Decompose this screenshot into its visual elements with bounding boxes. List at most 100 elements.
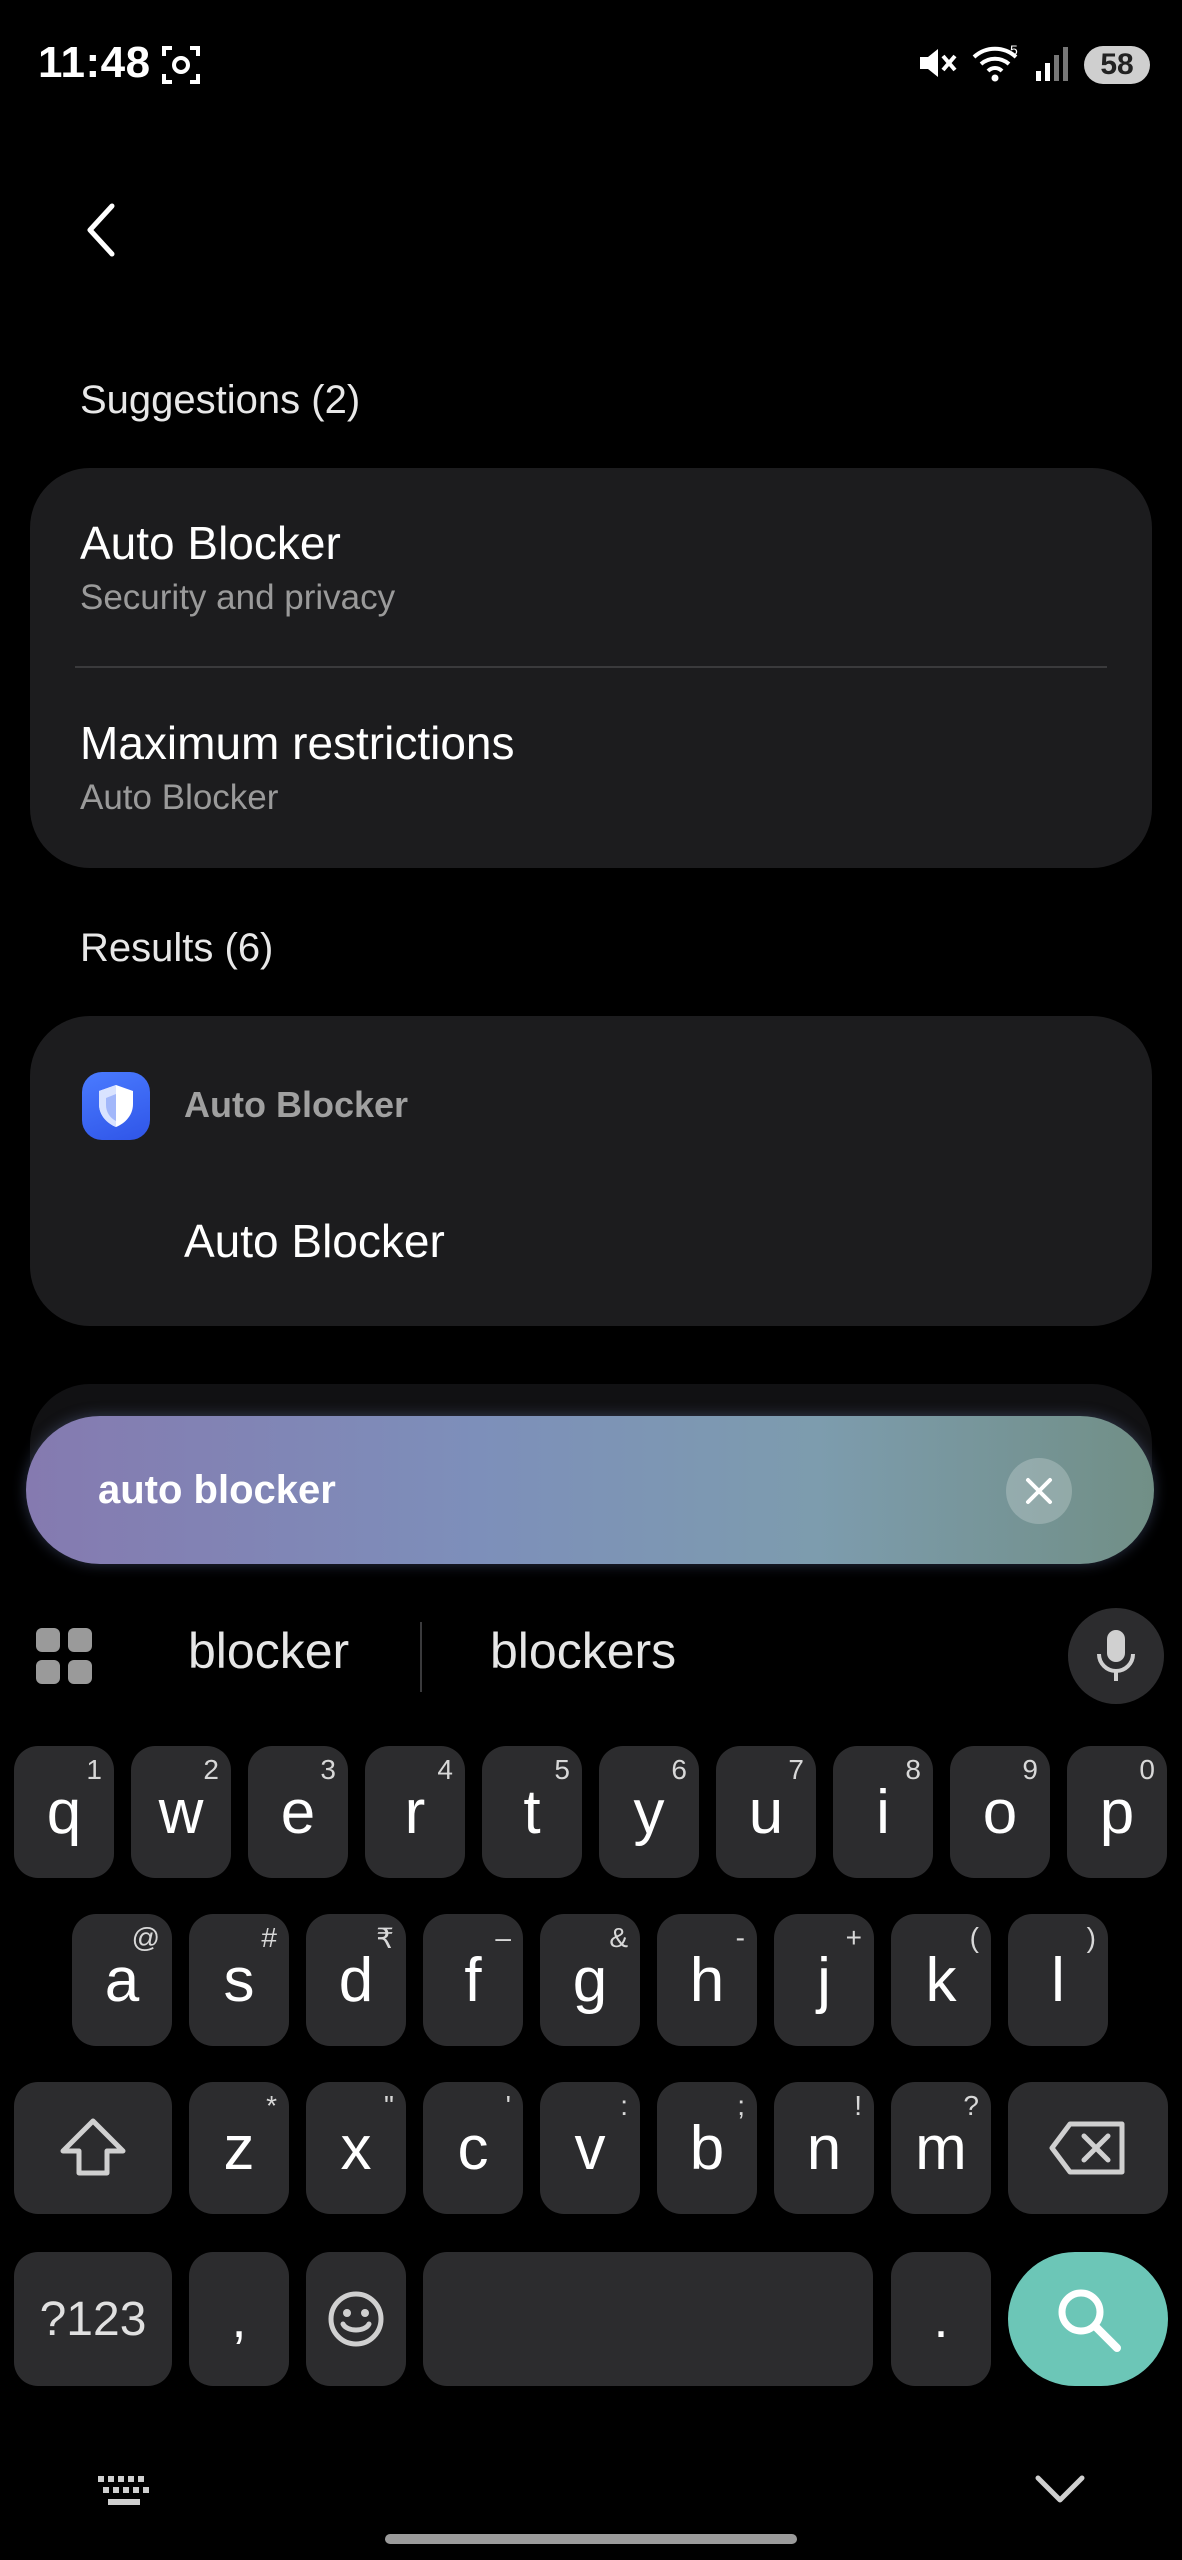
suggestion-maximum-restrictions[interactable]: Maximum restrictions Auto Blocker <box>80 716 1107 818</box>
status-icons: 5 58 <box>916 40 1150 90</box>
key-h[interactable]: h- <box>657 1914 757 2046</box>
key-j[interactable]: j + <box>774 1914 874 2046</box>
key-label: k <box>925 1945 957 2015</box>
key-hint: 8 <box>905 1754 921 1785</box>
keyboard-search-key[interactable] <box>1008 2252 1168 2386</box>
key-label: j <box>817 1945 831 2015</box>
key-n[interactable]: n! <box>774 2082 874 2214</box>
search-input[interactable]: auto blocker <box>98 1416 336 1564</box>
word-suggestion[interactable]: blockers <box>490 1622 676 1680</box>
key-hint: – <box>495 1922 511 1953</box>
emoji-icon <box>328 2291 384 2347</box>
key-f[interactable]: f – <box>423 1914 523 2046</box>
back-button[interactable] <box>70 190 130 270</box>
key-z[interactable]: z * <box>189 2082 289 2214</box>
key-label: c <box>457 2113 489 2183</box>
key-r[interactable]: r4 <box>365 1746 465 1878</box>
key-label: s <box>223 1945 255 2015</box>
period-key[interactable]: . <box>891 2252 991 2386</box>
key-m[interactable]: m? <box>891 2082 991 2214</box>
key-hint: - <box>735 1922 745 1953</box>
key-hint: * <box>266 2090 277 2121</box>
key-hint: 6 <box>671 1754 687 1785</box>
key-v[interactable]: v: <box>540 2082 640 2214</box>
keyboard-switch-icon[interactable] <box>96 2474 152 2508</box>
backspace-icon <box>1049 2121 1125 2175</box>
key-u[interactable]: u7 <box>716 1746 816 1878</box>
suggestion-auto-blocker[interactable]: Auto Blocker Security and privacy <box>80 516 1107 618</box>
key-label: y <box>633 1777 665 1847</box>
shift-key[interactable] <box>14 2082 172 2214</box>
key-hint: ! <box>854 2090 862 2121</box>
key-o[interactable]: o9 <box>950 1746 1050 1878</box>
suggestion-subtitle: Security and privacy <box>80 578 396 617</box>
key-t[interactable]: t5 <box>482 1746 582 1878</box>
key-hint: 0 <box>1139 1754 1155 1785</box>
key-label: x <box>340 2113 372 2183</box>
suggestion-subtitle: Auto Blocker <box>80 778 279 817</box>
shield-icon <box>82 1072 150 1140</box>
space-key[interactable] <box>423 2252 873 2386</box>
key-a[interactable]: a @ <box>72 1914 172 2046</box>
back-arrow-icon <box>87 203 115 257</box>
key-hint: ' <box>505 2090 511 2121</box>
key-hint: + <box>845 1922 862 1953</box>
screen-recorder-icon <box>160 44 202 86</box>
key-b[interactable]: b; <box>657 2082 757 2214</box>
key-hint: @ <box>131 1922 160 1953</box>
signal-icon <box>1034 43 1070 88</box>
key-hint: 1 <box>86 1754 102 1785</box>
key-w[interactable]: w2 <box>131 1746 231 1878</box>
key-hint: 9 <box>1022 1754 1038 1785</box>
search-bar[interactable]: auto blocker <box>26 1416 1154 1564</box>
symbols-key[interactable]: ?123 <box>14 2252 172 2386</box>
key-y[interactable]: y6 <box>599 1746 699 1878</box>
keyboard-menu-grid-icon[interactable] <box>34 1626 94 1686</box>
key-label: f <box>464 1945 482 2015</box>
key-l[interactable]: l) <box>1008 1914 1108 2046</box>
key-x[interactable]: x " <box>306 2082 406 2214</box>
key-hint: 5 <box>554 1754 570 1785</box>
suggestions-header: Suggestions (2) <box>80 378 361 422</box>
clear-search-button[interactable] <box>1006 1458 1072 1524</box>
word-suggestion[interactable]: blocker <box>188 1622 349 1680</box>
key-label: a <box>104 1945 140 2015</box>
close-icon <box>1026 1478 1052 1504</box>
key-label: u <box>748 1777 784 1847</box>
key-p[interactable]: p0 <box>1067 1746 1167 1878</box>
key-label: n <box>806 2113 842 2183</box>
key-hint: 4 <box>437 1754 453 1785</box>
key-label: r <box>404 1777 426 1847</box>
key-e[interactable]: e3 <box>248 1746 348 1878</box>
key-label: g <box>572 1945 608 2015</box>
search-icon <box>1058 2289 1121 2352</box>
key-label: o <box>982 1777 1018 1847</box>
wifi-icon: 5 <box>972 42 1020 88</box>
key-hint: 7 <box>788 1754 804 1785</box>
key-label: d <box>338 1945 374 2015</box>
comma-key[interactable]: , <box>189 2252 289 2386</box>
emoji-key[interactable] <box>306 2252 406 2386</box>
key-c[interactable]: c ' <box>423 2082 523 2214</box>
key-label: h <box>689 1945 725 2015</box>
key-k[interactable]: k( <box>891 1914 991 2046</box>
key-s[interactable]: s # <box>189 1914 289 2046</box>
result-auto-blocker[interactable]: Auto Blocker <box>184 1214 445 1268</box>
backspace-key[interactable] <box>1008 2082 1168 2214</box>
results-card: Auto Blocker Auto Blocker <box>30 1016 1152 1326</box>
key-i[interactable]: i8 <box>833 1746 933 1878</box>
key-label: l <box>1051 1945 1065 2015</box>
key-hint: & <box>609 1922 628 1953</box>
home-indicator[interactable] <box>385 2534 797 2544</box>
key-g[interactable]: g & <box>540 1914 640 2046</box>
key-q[interactable]: q1 <box>14 1746 114 1878</box>
divider <box>75 666 1107 668</box>
hide-keyboard-chevron-down-icon[interactable] <box>1034 2470 1086 2510</box>
key-hint: : <box>620 2090 628 2121</box>
key-d[interactable]: d ₹ <box>306 1914 406 2046</box>
key-label: z <box>223 2113 255 2183</box>
key-hint: ? <box>963 2090 979 2121</box>
voice-input-button[interactable] <box>1068 1608 1164 1704</box>
suggestions-card: Auto Blocker Security and privacy Maximu… <box>30 468 1152 868</box>
key-hint: ( <box>969 1922 979 1953</box>
